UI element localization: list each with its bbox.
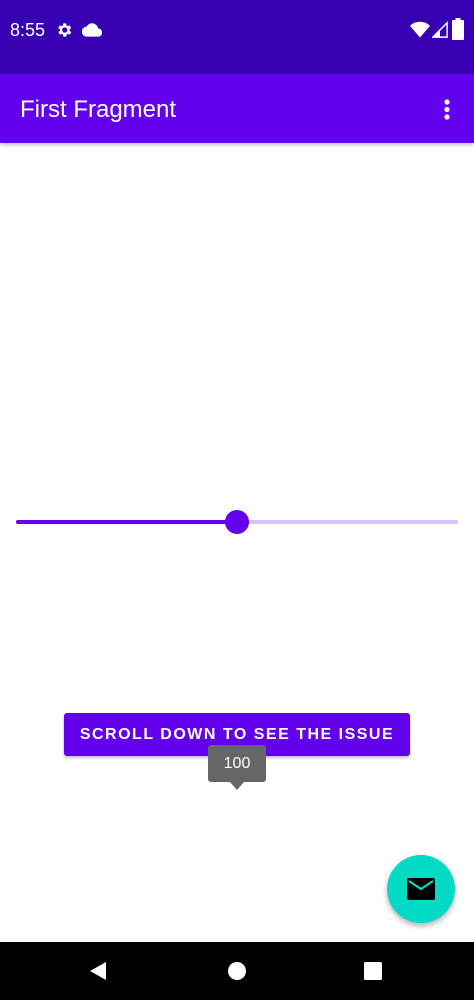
- slider-active-track: [16, 520, 237, 524]
- navigation-bar: [0, 942, 474, 1000]
- mail-fab-button[interactable]: [387, 855, 455, 923]
- value-slider[interactable]: [16, 505, 458, 539]
- screen: 8:55 First Fragment SCROLL DOWN TO SEE T…: [0, 0, 474, 1000]
- overflow-menu-button[interactable]: [432, 94, 462, 124]
- tooltip-arrow: [230, 782, 244, 790]
- slider-thumb[interactable]: [225, 510, 249, 534]
- status-time: 8:55: [10, 20, 46, 40]
- value-tooltip: 100: [208, 745, 266, 782]
- signal-icon: [432, 21, 448, 38]
- page-title: First Fragment: [20, 96, 177, 123]
- home-icon[interactable]: [227, 961, 247, 981]
- cloud-icon: [82, 23, 102, 37]
- back-icon[interactable]: [88, 961, 108, 981]
- more-vert-icon: [444, 99, 450, 120]
- status-bar: 8:55: [0, 0, 474, 74]
- gear-icon: [58, 23, 72, 37]
- battery-icon: [452, 18, 464, 40]
- app-bar: First Fragment: [0, 74, 474, 143]
- wifi-icon: [410, 21, 430, 38]
- mail-icon: [407, 878, 435, 900]
- recents-icon[interactable]: [364, 962, 382, 980]
